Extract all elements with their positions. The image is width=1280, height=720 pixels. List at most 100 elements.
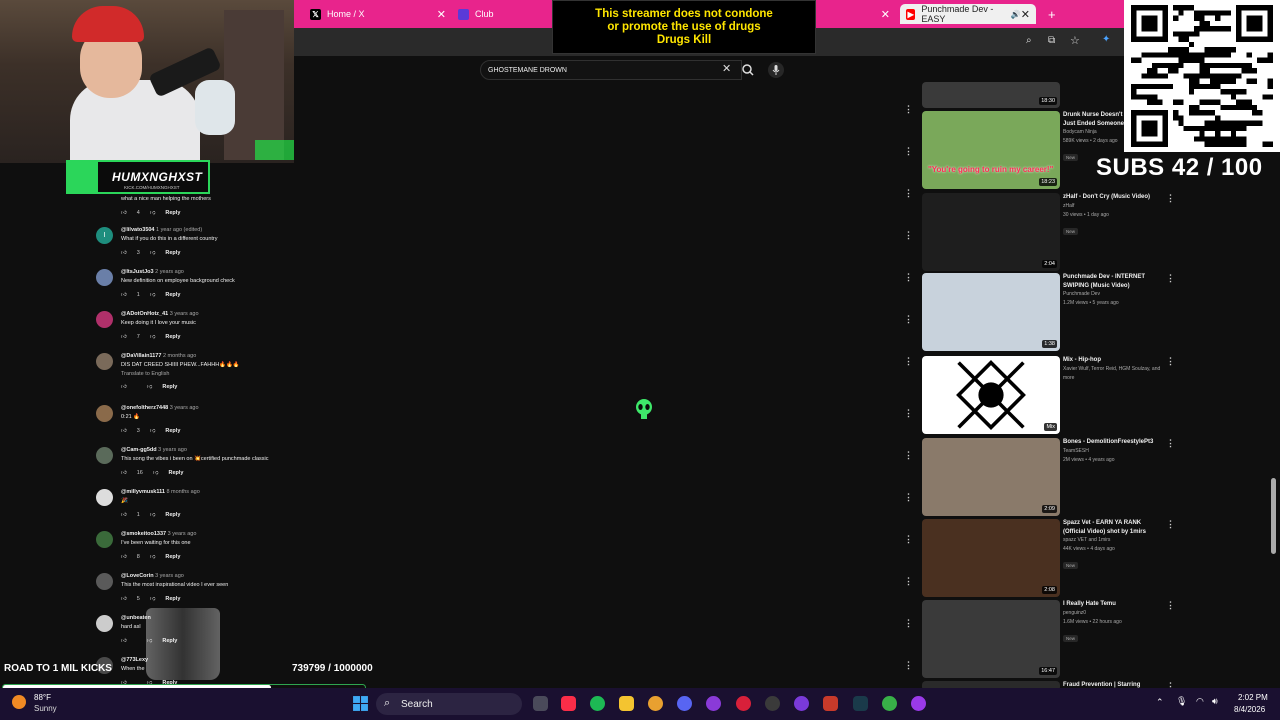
- channel-name[interactable]: TeamSESH: [1063, 447, 1163, 456]
- video-title[interactable]: Mix - Hip-hop: [1063, 356, 1163, 365]
- avatar[interactable]: [96, 615, 113, 632]
- new-tab-button[interactable]: +: [1048, 4, 1062, 24]
- more-options-icon[interactable]: ⋮: [904, 660, 913, 671]
- video-thumbnail[interactable]: 18:30: [922, 82, 1060, 108]
- more-options-icon[interactable]: ⋮: [1166, 519, 1175, 530]
- mic-tray-icon[interactable]: 🎙︎: [1176, 696, 1187, 707]
- tab-close[interactable]: ✕: [878, 4, 890, 24]
- avatar[interactable]: [96, 531, 113, 548]
- avatar[interactable]: [96, 353, 113, 370]
- file-explorer-icon[interactable]: [619, 696, 634, 711]
- video-thumbnail[interactable]: 2:09: [922, 438, 1060, 516]
- chevron-up-icon[interactable]: ⌃: [1156, 697, 1164, 708]
- dislike-icon[interactable]: 👎︎: [150, 334, 156, 340]
- more-options-icon[interactable]: ⋮: [904, 314, 913, 325]
- weather-description[interactable]: Sunny: [34, 704, 57, 713]
- like-icon[interactable]: 👍︎: [121, 292, 127, 298]
- more-options-icon[interactable]: ⋮: [904, 618, 913, 629]
- more-options-icon[interactable]: ⋮: [1166, 193, 1175, 204]
- more-options-icon[interactable]: ⋮: [1166, 273, 1175, 284]
- more-options-icon[interactable]: ⋮: [904, 272, 913, 283]
- video-thumbnail[interactable]: 16:47: [922, 600, 1060, 678]
- app-icon[interactable]: [911, 696, 926, 711]
- more-options-icon[interactable]: ⋮: [904, 356, 913, 367]
- like-icon[interactable]: 👍︎: [121, 638, 127, 644]
- channel-name[interactable]: Punchmade Dev: [1063, 290, 1163, 299]
- scrollbar[interactable]: [1271, 478, 1276, 554]
- dislike-icon[interactable]: 👎︎: [150, 428, 156, 434]
- steam-icon[interactable]: [765, 696, 780, 711]
- avatar[interactable]: [96, 489, 113, 506]
- avatar[interactable]: [96, 311, 113, 328]
- wifi-icon[interactable]: ◠: [1196, 696, 1204, 707]
- comment-user[interactable]: @millyvmusk111: [121, 489, 165, 495]
- like-icon[interactable]: 👍︎: [121, 512, 127, 518]
- reply-button[interactable]: Reply: [165, 512, 180, 518]
- close-icon[interactable]: ✕: [881, 8, 890, 21]
- discord-icon[interactable]: [677, 696, 692, 711]
- dislike-icon[interactable]: 👎︎: [147, 384, 153, 390]
- clear-search-icon[interactable]: ✕: [722, 62, 731, 75]
- related-video[interactable]: 2:04 zHalf - Don't Cry (Music Video) zHalf…: [922, 193, 1175, 271]
- apple-music-icon[interactable]: [561, 696, 576, 711]
- comment-user[interactable]: @LoveCorin: [121, 573, 154, 579]
- dislike-icon[interactable]: 👎︎: [150, 512, 156, 518]
- clock-time[interactable]: 2:02 PM: [1238, 693, 1268, 702]
- video-thumbnail[interactable]: 2:08: [922, 519, 1060, 597]
- tab-punchmade[interactable]: ▶ Punchmade Dev - EASY 🔊 ✕: [900, 4, 1036, 24]
- comment-user[interactable]: @773Lexy: [121, 657, 148, 663]
- related-video[interactable]: 1:38 Punchmade Dev - INTERNET SWIPING (Mu…: [922, 273, 1175, 351]
- more-options-icon[interactable]: ⋮: [1166, 600, 1175, 611]
- speaker-icon[interactable]: 🔊: [1011, 10, 1021, 19]
- like-icon[interactable]: 👍︎: [121, 554, 127, 560]
- video-thumbnail[interactable]: 1:38: [922, 273, 1060, 351]
- search-icon[interactable]: [740, 62, 756, 78]
- windows-start-icon[interactable]: [352, 695, 369, 712]
- comment-user[interactable]: @ADotOnHotz_41: [121, 311, 168, 317]
- reply-button[interactable]: Reply: [168, 470, 183, 476]
- reply-button[interactable]: Reply: [165, 292, 180, 298]
- weather-sun-icon[interactable]: [12, 695, 26, 709]
- video-title[interactable]: Bones - DemolitionFreestylePt3: [1063, 438, 1163, 447]
- terminal-icon[interactable]: [853, 696, 868, 711]
- more-options-icon[interactable]: ⋮: [904, 188, 913, 199]
- channel-name[interactable]: penguinz0: [1063, 609, 1163, 618]
- comment-user[interactable]: @lilvato3504: [121, 227, 155, 233]
- related-video[interactable]: 2:09 Bones - DemolitionFreestylePt3 TeamSE…: [922, 438, 1175, 516]
- video-thumbnail[interactable]: 2:04: [922, 193, 1060, 271]
- related-video[interactable]: 16:47 I Really Hate Temu penguinz0 1.6M vie…: [922, 600, 1175, 678]
- more-options-icon[interactable]: ⋮: [904, 408, 913, 419]
- clock-date[interactable]: 8/4/2026: [1234, 705, 1265, 714]
- like-icon[interactable]: 👍︎: [121, 596, 127, 602]
- video-title[interactable]: Spazz Vet - EARN YA RANK (Official Video…: [1063, 519, 1163, 536]
- dislike-icon[interactable]: 👎︎: [153, 470, 159, 476]
- more-options-icon[interactable]: ⋮: [904, 146, 913, 157]
- reply-button[interactable]: Reply: [165, 596, 180, 602]
- video-title[interactable]: Punchmade Dev - INTERNET SWIPING (Music …: [1063, 273, 1163, 290]
- obs-icon[interactable]: [794, 696, 809, 711]
- video-title[interactable]: zHalf - Don't Cry (Music Video): [1063, 193, 1163, 202]
- dislike-icon[interactable]: 👎︎: [150, 292, 156, 298]
- more-options-icon[interactable]: ⋮: [904, 492, 913, 503]
- more-options-icon[interactable]: ⋮: [904, 534, 913, 545]
- reply-button[interactable]: Reply: [165, 334, 180, 340]
- more-options-icon[interactable]: ⋮: [1166, 438, 1175, 449]
- more-options-icon[interactable]: ⋮: [904, 104, 913, 115]
- taskbar-search[interactable]: ⌕ Search: [376, 693, 522, 715]
- comment-user[interactable]: @smokeitoo1337: [121, 531, 166, 537]
- like-icon[interactable]: 👍︎: [121, 470, 127, 476]
- close-icon[interactable]: ✕: [1021, 8, 1030, 21]
- translate-link[interactable]: Translate to English: [121, 371, 169, 377]
- video-title[interactable]: I Really Hate Temu: [1063, 600, 1163, 609]
- spotify-icon[interactable]: [590, 696, 605, 711]
- task-view-icon[interactable]: [533, 696, 548, 711]
- channel-name[interactable]: zHalf: [1063, 202, 1163, 211]
- tab-club[interactable]: Club: [458, 4, 558, 24]
- microphone-icon[interactable]: [768, 62, 784, 78]
- related-video[interactable]: Mix Mix - Hip-hop Xavier Wulf, Terror Reid…: [922, 356, 1175, 434]
- like-icon[interactable]: 👍︎: [121, 384, 127, 390]
- volume-icon[interactable]: 🔊︎: [1212, 696, 1218, 707]
- more-options-icon[interactable]: ⋮: [904, 576, 913, 587]
- like-icon[interactable]: 👍︎: [121, 250, 127, 256]
- related-video[interactable]: 2:08 Spazz Vet - EARN YA RANK (Official V…: [922, 519, 1175, 597]
